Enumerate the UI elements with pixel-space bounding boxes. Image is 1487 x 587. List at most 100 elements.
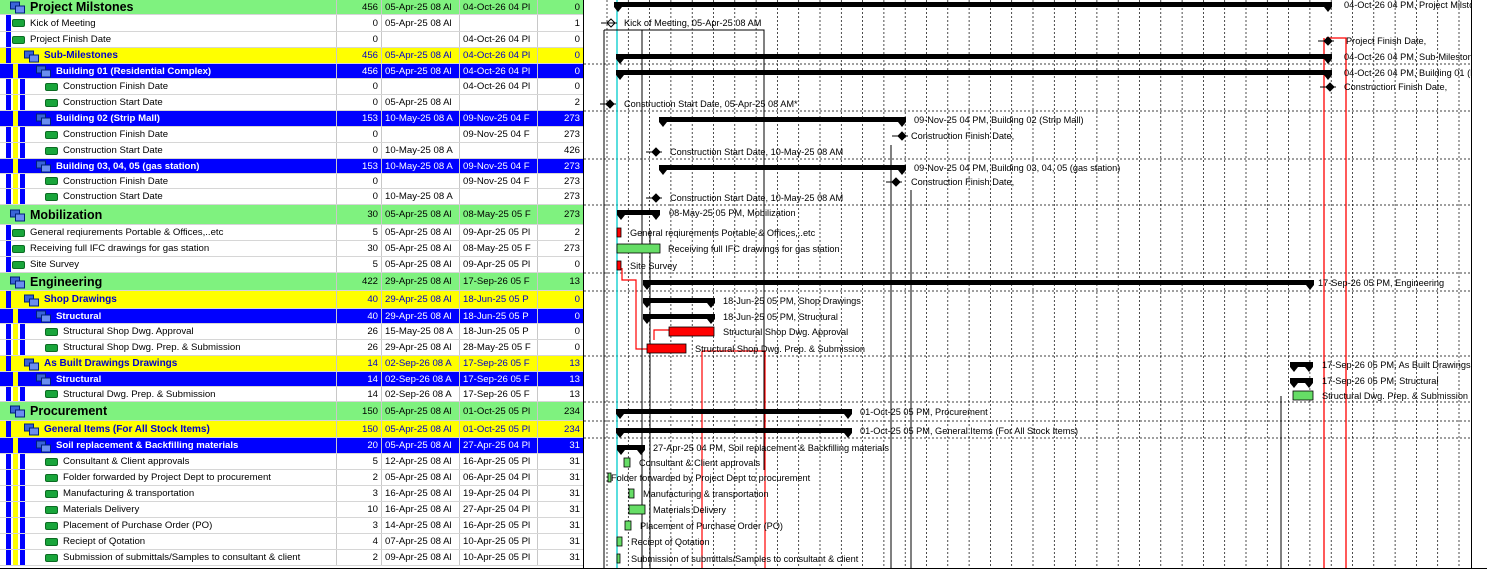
gantt-bar-label: Submission of submittals/Samples to cons… <box>631 554 859 564</box>
activity-name-cell: Kick of Meeting <box>0 15 337 31</box>
activity-row[interactable]: Structural Shop Dwg. Prep. & Submission 2… <box>0 340 583 356</box>
wbs-row[interactable]: Building 01 (Residential Complex) 456 05-A… <box>0 64 583 79</box>
gantt-bar-label: Folder forwarded by Project Dept to proc… <box>611 473 811 483</box>
total-float-cell: 31 <box>569 488 580 499</box>
duration-cell: 456 <box>337 64 382 78</box>
gantt-bar-label: Construction Finish Date, <box>911 131 1014 141</box>
activity-row[interactable]: Construction Start Date 0 10-May-25 08 A 42… <box>0 143 583 159</box>
wbs-row[interactable]: General Items (For All Stock Items) 150 05… <box>0 421 583 438</box>
activity-name: Construction Start Date <box>63 145 163 156</box>
wbs-row[interactable]: Sub-Milestones 456 05-Apr-25 08 Al 04-Oct-2… <box>0 48 583 64</box>
gantt-canvas[interactable]: 04-Oct-26 04 PM, Project Milstones Kick o… <box>584 0 1471 568</box>
activity-row[interactable]: Kick of Meeting 0 05-Apr-25 08 Al 1 <box>0 15 583 32</box>
activity-row[interactable]: Placement of Purchase Order (PO) 3 14-Apr-… <box>0 518 583 534</box>
activity-row[interactable]: Project Finish Date 0 04-Oct-26 04 Pl 0 <box>0 32 583 48</box>
activity-icon <box>12 35 25 44</box>
duration-cell: 10 <box>337 502 382 517</box>
activity-row[interactable]: Construction Start Date 0 10-May-25 08 A 27… <box>0 189 583 205</box>
activity-row[interactable]: Materials Delivery 10 16-Apr-25 08 Al 27-Ap… <box>0 502 583 518</box>
total-float-cell: 0 <box>574 259 580 270</box>
wbs-row[interactable]: Project Milstones 456 05-Apr-25 08 Al 04-Oc… <box>0 0 583 15</box>
activity-row[interactable]: Construction Finish Date 0 09-Nov-25 04 F 2… <box>0 127 583 143</box>
activity-row[interactable]: Construction Finish Date 0 04-Oct-26 04 Pl… <box>0 79 583 95</box>
activity-row[interactable]: Site Survey 5 05-Apr-25 08 Al 09-Apr-25 05 … <box>0 257 583 273</box>
activity-row[interactable]: Reciept of Qotation 4 07-Apr-25 08 Al 10-Ap… <box>0 534 583 550</box>
activity-row[interactable]: Receiving full IFC drawings for gas stat… <box>0 241 583 257</box>
outline-bar-level-3 <box>20 340 25 355</box>
outline-bar-level-1 <box>6 143 11 158</box>
summary-bar-start <box>614 7 622 12</box>
outline-bar-level-1 <box>6 15 11 31</box>
finish-date-cell: 17-Sep-26 05 F <box>460 387 538 401</box>
activity-name: Materials Delivery <box>63 504 140 515</box>
wbs-row[interactable]: Engineering 422 29-Apr-25 08 Al 17-Sep-26 0… <box>0 273 583 291</box>
wbs-row[interactable]: Procurement 150 05-Apr-25 08 Al 01-Oct-25 0… <box>0 402 583 421</box>
start-date-cell: 15-May-25 08 A <box>382 324 460 339</box>
outline-bar-level-1 <box>6 486 11 501</box>
activity-icon <box>45 505 58 514</box>
start-date-cell <box>382 79 460 94</box>
wbs-row[interactable]: Structural 14 02-Sep-26 08 A 17-Sep-26 05 F… <box>0 372 583 387</box>
activity-name: Placement of Purchase Order (PO) <box>63 520 213 531</box>
activity-name-cell: Placement of Purchase Order (PO) <box>0 518 337 533</box>
outline-bar-level-1 <box>6 356 11 371</box>
activity-row[interactable]: Submission of submittals/Samples to cons… <box>0 550 583 566</box>
wbs-row[interactable]: Building 02 (Strip Mall) 153 10-May-25 08 … <box>0 111 583 127</box>
activity-icon <box>45 457 58 466</box>
activity-row[interactable]: Folder forwarded by Project Dept to proc… <box>0 470 583 486</box>
outline-bar-level-2 <box>13 64 18 78</box>
duration-cell: 422 <box>337 273 382 290</box>
activity-row[interactable]: Structural Shop Dwg. Approval 26 15-May-25… <box>0 324 583 340</box>
duration-cell: 14 <box>337 387 382 401</box>
duration-cell: 0 <box>337 143 382 158</box>
total-float-cell: 13 <box>569 276 580 287</box>
wbs-row[interactable]: As Built Drawings Drawings 14 02-Sep-26 08… <box>0 356 583 372</box>
total-float-cell: 0 <box>574 342 580 353</box>
wbs-icon <box>24 294 39 306</box>
finish-date-cell: 09-Apr-25 05 Pl <box>460 257 538 272</box>
activity-icon <box>12 19 25 27</box>
gantt-bar-label: Construction Finish Date, <box>911 177 1014 187</box>
gantt-bar-label: Placement of Purchase Order (PO) <box>640 521 783 531</box>
activity-name: Reciept of Qotation <box>63 536 146 547</box>
outline-bar-level-3 <box>20 95 25 110</box>
gantt-bar-label: Structural Shop Dwg. Approval <box>723 327 848 337</box>
wbs-icon <box>10 1 25 14</box>
activity-icon <box>45 146 58 155</box>
gantt-bar-label: Construction Start Date, 10-May-25 08 AM <box>670 147 843 157</box>
activity-row[interactable]: Manufacturing & transportation 3 16-Apr-25… <box>0 486 583 502</box>
activity-name: Construction Finish Date <box>63 129 169 140</box>
summary-bar-start <box>1290 383 1298 388</box>
gantt-bar-label: 18-Jun-25 05 PM, Shop Drawings <box>723 296 861 306</box>
activity-row[interactable]: Construction Finish Date 0 09-Nov-25 04 F 2… <box>0 174 583 189</box>
summary-bar-start <box>617 215 625 220</box>
activity-row[interactable]: Consultant & Client approvals 5 12-Apr-25 … <box>0 454 583 470</box>
activity-row[interactable]: Construction Start Date 0 05-Apr-25 08 Al 2 <box>0 95 583 111</box>
total-float-cell: 31 <box>569 440 580 451</box>
summary-bar <box>659 117 906 122</box>
start-date-cell: 29-Apr-25 08 Al <box>382 273 460 290</box>
outline-bar-level-1 <box>6 174 11 188</box>
wbs-row[interactable]: Mobilization 30 05-Apr-25 08 Al 08-May-25 0… <box>0 205 583 225</box>
outline-bar-level-3 <box>20 174 25 188</box>
summary-bar-end <box>1305 383 1313 388</box>
summary-bar <box>616 428 852 433</box>
activity-row[interactable]: General reqiurements Portable & Offices,… <box>0 225 583 241</box>
activity-name: Building 01 (Residential Complex) <box>56 66 212 77</box>
activity-icon <box>45 343 58 352</box>
wbs-row[interactable]: Building 03, 04, 05 (gas station) 153 10-M… <box>0 159 583 174</box>
finish-date-cell: 28-May-25 05 F <box>460 340 538 355</box>
start-date-cell: 10-May-25 08 A <box>382 159 460 173</box>
activity-row[interactable]: Structural Dwg. Prep. & Submission 14 02-S… <box>0 387 583 402</box>
wbs-row[interactable]: Structural 40 29-Apr-25 08 Al 18-Jun-25 05 … <box>0 309 583 324</box>
duration-cell: 5 <box>337 225 382 240</box>
total-float-cell: 13 <box>569 358 580 369</box>
gantt-bar-label: Kick of Meeting, 05-Apr-25 08 AM <box>624 18 761 28</box>
wbs-icon <box>24 423 39 436</box>
bottom-scroll-strip[interactable] <box>0 568 1487 587</box>
wbs-row[interactable]: Shop Drawings 40 29-Apr-25 08 Al 18-Jun-25 … <box>0 291 583 309</box>
gantt-chart[interactable]: 04-Oct-26 04 PM, Project Milstones Kick o… <box>584 0 1471 568</box>
activity-name-cell: Project Milstones <box>0 0 337 14</box>
outline-bar-level-1 <box>6 470 11 485</box>
wbs-row[interactable]: Soil replacement & Backfilling materials… <box>0 438 583 454</box>
